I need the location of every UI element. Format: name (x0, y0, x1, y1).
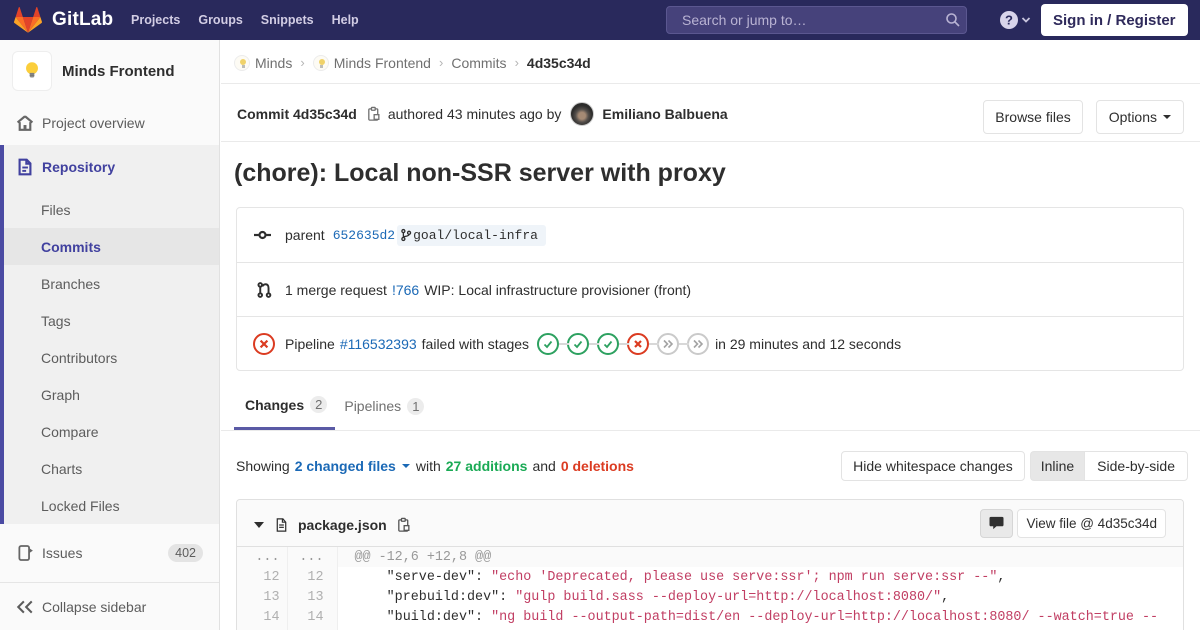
svg-text:?: ? (1005, 13, 1013, 28)
